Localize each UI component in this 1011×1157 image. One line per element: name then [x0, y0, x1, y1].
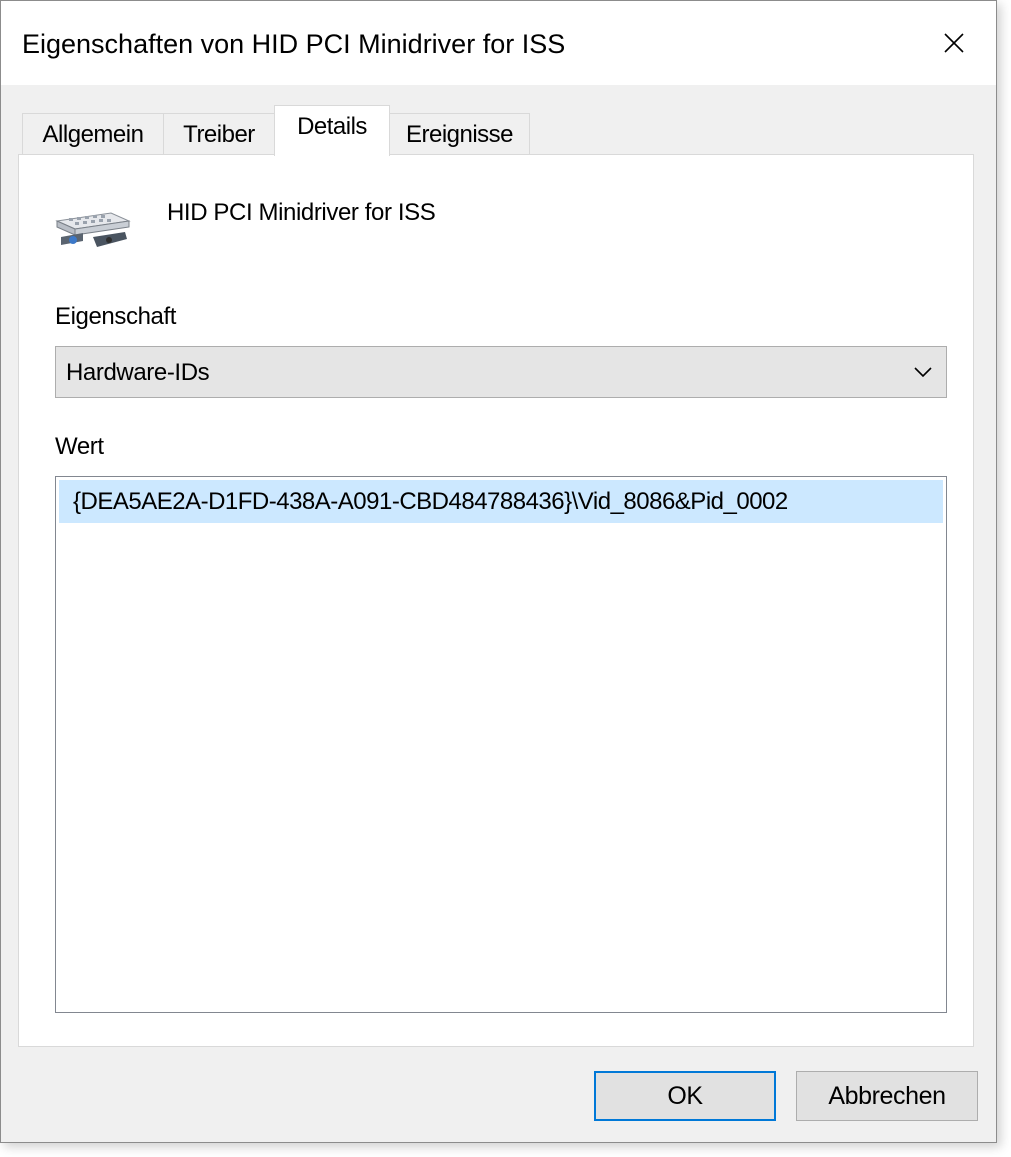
tab-label: Ereignisse — [405, 120, 514, 148]
property-label: Eigenschaft — [55, 303, 177, 330]
tab-ereignisse[interactable]: Ereignisse — [389, 113, 530, 155]
close-button[interactable] — [912, 1, 996, 85]
cancel-button[interactable]: Abbrechen — [796, 1071, 978, 1121]
properties-dialog: Eigenschaften von HID PCI Minidriver for… — [0, 0, 997, 1143]
title-bar[interactable]: Eigenschaften von HID PCI Minidriver for… — [1, 1, 996, 85]
pci-device-icon — [55, 212, 131, 247]
details-panel: HID PCI Minidriver for ISS Eigenschaft H… — [18, 154, 974, 1047]
tab-allgemein[interactable]: Allgemein — [22, 113, 164, 155]
property-selected-value: Hardware-IDs — [66, 359, 210, 386]
chevron-down-icon — [914, 367, 932, 378]
value-listbox[interactable]: {DEA5AE2A-D1FD-438A-A091-CBD484788436}\V… — [55, 476, 947, 1013]
window-title: Eigenschaften von HID PCI Minidriver for… — [22, 29, 566, 59]
tab-label: Details — [297, 113, 367, 140]
list-item[interactable]: {DEA5AE2A-D1FD-438A-A091-CBD484788436}\V… — [59, 480, 943, 523]
tab-label: Allgemein — [42, 120, 144, 148]
property-dropdown[interactable]: Hardware-IDs — [55, 346, 947, 398]
cancel-button-label: Abbrechen — [828, 1081, 946, 1110]
device-name: HID PCI Minidriver for ISS — [167, 199, 436, 226]
ok-button-label: OK — [667, 1081, 703, 1110]
ok-button[interactable]: OK — [594, 1071, 776, 1121]
tab-details[interactable]: Details — [274, 105, 390, 156]
value-label: Wert — [55, 433, 104, 460]
tab-treiber[interactable]: Treiber — [163, 113, 275, 155]
close-icon — [944, 33, 964, 53]
tab-label: Treiber — [183, 120, 255, 148]
